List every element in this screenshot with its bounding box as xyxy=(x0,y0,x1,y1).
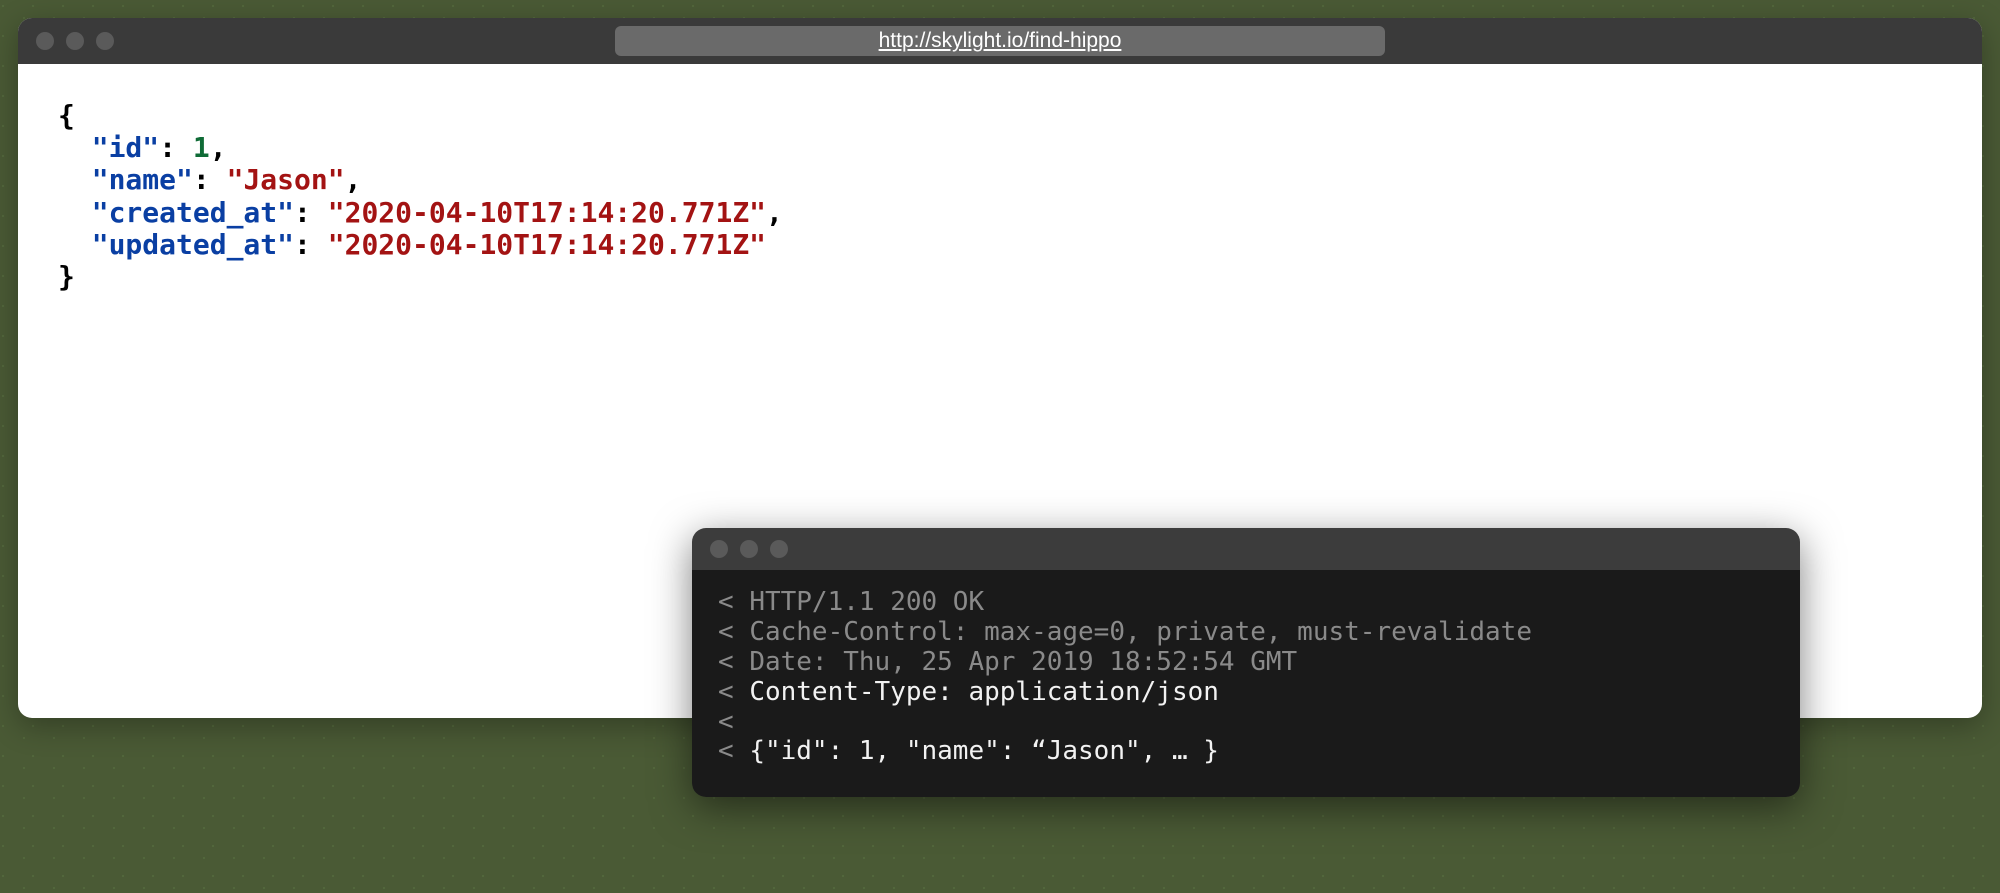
http-empty-line: < xyxy=(718,708,1774,738)
json-key-name: "name" xyxy=(92,163,193,196)
json-val-id: 1 xyxy=(193,131,210,164)
browser-content: { "id": 1, "name": "Jason", "created_at"… xyxy=(18,64,1982,329)
browser-titlebar: http://skylight.io/find-hippo xyxy=(18,18,1982,64)
terminal-window-controls xyxy=(710,540,788,558)
terminal-content: < HTTP/1.1 200 OK < Cache-Control: max-a… xyxy=(692,570,1800,797)
terminal-window: < HTTP/1.1 200 OK < Cache-Control: max-a… xyxy=(692,528,1800,797)
address-bar[interactable]: http://skylight.io/find-hippo xyxy=(615,26,1385,56)
http-content-type-line: < Content-Type: application/json xyxy=(718,678,1774,708)
json-key-created: "created_at" xyxy=(92,196,294,229)
window-close-icon[interactable] xyxy=(710,540,728,558)
json-val-created: "2020-04-10T17:14:20.771Z" xyxy=(328,196,766,229)
json-close-brace: } xyxy=(58,260,75,293)
url-text: http://skylight.io/find-hippo xyxy=(879,29,1122,53)
http-status-line: < HTTP/1.1 200 OK xyxy=(718,588,1774,618)
window-zoom-icon[interactable] xyxy=(96,32,114,50)
json-val-updated: "2020-04-10T17:14:20.771Z" xyxy=(328,228,766,261)
window-minimize-icon[interactable] xyxy=(66,32,84,50)
window-controls xyxy=(36,32,114,50)
http-date-line: < Date: Thu, 25 Apr 2019 18:52:54 GMT xyxy=(718,648,1774,678)
window-minimize-icon[interactable] xyxy=(740,540,758,558)
window-close-icon[interactable] xyxy=(36,32,54,50)
terminal-titlebar xyxy=(692,528,1800,570)
http-body-line: < {"id": 1, "name": “Jason", … } xyxy=(718,737,1774,767)
json-val-name: "Jason" xyxy=(227,163,345,196)
window-zoom-icon[interactable] xyxy=(770,540,788,558)
json-open-brace: { xyxy=(58,99,75,132)
json-key-updated: "updated_at" xyxy=(92,228,294,261)
json-key-id: "id" xyxy=(92,131,159,164)
http-cache-line: < Cache-Control: max-age=0, private, mus… xyxy=(718,618,1774,648)
